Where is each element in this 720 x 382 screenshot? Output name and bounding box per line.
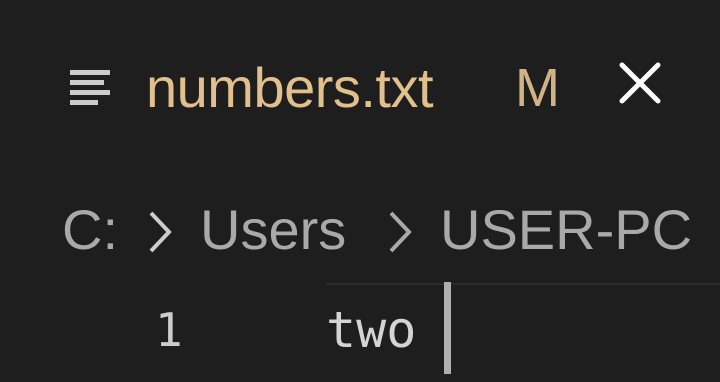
text-lines-icon (68, 68, 116, 108)
line-number: 1 (155, 303, 183, 357)
tab-filename: numbers.txt (146, 56, 434, 119)
editor-tab[interactable]: numbers.txt M (0, 0, 720, 170)
breadcrumb-item-users[interactable]: Users (200, 185, 346, 275)
breadcrumb-item-user-pc[interactable]: USER-PC (440, 185, 692, 275)
breadcrumb-item-drive[interactable]: C: (62, 185, 118, 275)
chevron-right-icon (145, 207, 175, 257)
text-cursor (444, 282, 451, 374)
modified-badge: M (515, 58, 560, 118)
close-icon[interactable] (612, 55, 668, 111)
editor-line-text[interactable]: two (326, 295, 416, 365)
chevron-right-icon (385, 207, 415, 257)
breadcrumb: C: Users USER-PC (0, 185, 720, 275)
